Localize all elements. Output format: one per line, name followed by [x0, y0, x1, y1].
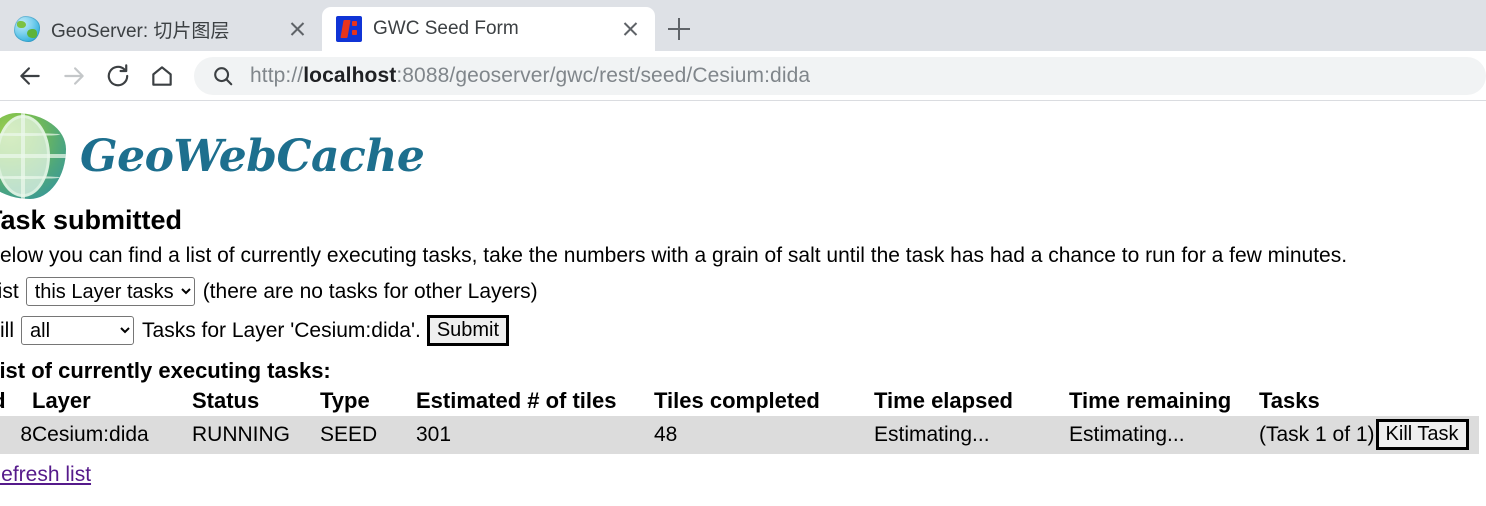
back-arrow-icon[interactable]	[8, 54, 52, 98]
column-header-status: Status	[192, 388, 260, 414]
list-note: (there are no tasks for other Layers)	[202, 279, 538, 303]
cell-estimated-tiles: 301	[416, 416, 654, 455]
tab-strip: GeoServer: 切片图层 GWC Seed Form	[0, 0, 1486, 51]
cell-tiles-completed: 48	[654, 416, 874, 455]
reload-icon[interactable]	[96, 54, 140, 98]
task-progress-label: (Task 1 of 1)	[1259, 422, 1375, 446]
submit-button[interactable]: Submit	[426, 315, 510, 347]
address-bar-url: http://localhost:8088/geoserver/gwc/rest…	[250, 64, 810, 88]
cell-time-elapsed: Estimating...	[874, 416, 1069, 455]
tasks-table: Id Layer Status Type Estimated # of tile…	[0, 388, 1479, 455]
forward-arrow-icon	[52, 54, 96, 98]
close-icon[interactable]	[280, 12, 314, 46]
cell-type: SEED	[320, 416, 416, 455]
column-header-time-elapsed: Time elapsed	[874, 388, 1013, 414]
column-header-tiles-completed: Tiles completed	[654, 388, 820, 414]
kill-task-button[interactable]: Kill Task	[1375, 419, 1469, 451]
globe-logo-icon	[0, 113, 66, 199]
gwc-seed-page: GeoWebCache Task submitted Below you can…	[0, 101, 1486, 487]
tab-title: GWC Seed Form	[373, 18, 519, 39]
column-header-time-remaining: Time remaining	[1069, 388, 1232, 414]
column-header-tasks: Tasks	[1259, 388, 1320, 414]
tab-title: GeoServer: 切片图层	[51, 20, 230, 42]
kill-scope-select[interactable]: all	[21, 316, 135, 346]
geoserver-globe-icon	[14, 16, 40, 42]
list-label: List	[0, 279, 19, 303]
address-bar[interactable]: http://localhost:8088/geoserver/gwc/rest…	[194, 56, 1486, 95]
close-icon[interactable]	[613, 12, 647, 46]
gwc-logo-text: GeoWebCache	[80, 131, 425, 182]
refresh-list-link[interactable]: Refresh list	[0, 463, 91, 487]
tab-gwc-seed-form[interactable]: GWC Seed Form	[322, 7, 655, 51]
column-header-layer: Layer	[32, 388, 91, 414]
page-viewport: GeoWebCache Task submitted Below you can…	[0, 101, 1486, 506]
tab-geoserver[interactable]: GeoServer: 切片图层	[0, 7, 322, 51]
cell-layer: Cesium:dida	[32, 416, 192, 455]
url-prefix: http://	[250, 63, 304, 87]
search-icon	[212, 65, 234, 87]
gwc-logo: GeoWebCache	[0, 101, 1486, 199]
kill-form-text: Tasks for Layer 'Cesium:dida'.	[142, 318, 421, 342]
column-header-id: Id	[0, 388, 32, 416]
browser-toolbar: http://localhost:8088/geoserver/gwc/rest…	[0, 51, 1486, 101]
page-title: Task submitted	[0, 205, 183, 235]
kill-tasks-form: Kill all Tasks for Layer 'Cesium:dida'. …	[0, 315, 1486, 347]
url-suffix: :8088/geoserver/gwc/rest/seed/Cesium:did…	[396, 63, 811, 87]
browser-window: GeoServer: 切片图层 GWC Seed Form http://loc…	[0, 0, 1486, 506]
list-tasks-form: List this Layer tasks (there are no task…	[0, 277, 1486, 307]
table-header-row: Id Layer Status Type Estimated # of tile…	[0, 388, 1479, 416]
column-header-estimated-tiles: Estimated # of tiles	[416, 388, 617, 414]
list-scope-select[interactable]: this Layer tasks	[25, 277, 195, 307]
gwc-icon	[336, 16, 362, 42]
table-row: 8 Cesium:dida RUNNING SEED 301 48 Estima…	[0, 416, 1479, 455]
cell-id: 8	[0, 416, 32, 455]
page-description: Below you can find a list of currently e…	[0, 244, 1348, 268]
home-icon[interactable]	[140, 54, 184, 98]
cell-time-remaining: Estimating...	[1069, 416, 1259, 455]
cell-status: RUNNING	[192, 416, 320, 455]
column-header-type: Type	[320, 388, 370, 414]
cell-tasks: (Task 1 of 1) Kill Task	[1259, 416, 1479, 455]
url-host: localhost	[303, 63, 397, 87]
table-heading: List of currently executing tasks:	[0, 358, 331, 384]
kill-label: Kill	[0, 318, 15, 342]
new-tab-button[interactable]	[655, 7, 703, 51]
